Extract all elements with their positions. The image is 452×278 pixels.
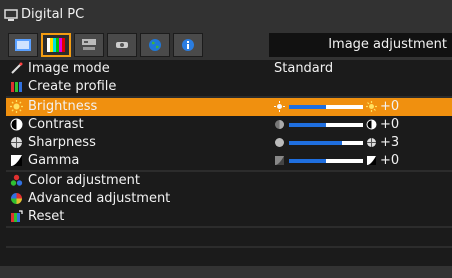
menu-item-label: Advanced adjustment bbox=[28, 191, 171, 206]
sharpness-slider[interactable] bbox=[289, 141, 363, 145]
menu-item-label: Color adjustment bbox=[28, 173, 141, 188]
projector-icon bbox=[82, 39, 96, 50]
sharpness-sharp-icon bbox=[367, 138, 376, 147]
info-icon bbox=[182, 39, 194, 51]
empty-row bbox=[6, 248, 452, 266]
contrast-slider-fill bbox=[289, 123, 326, 127]
gamma-icon bbox=[11, 155, 22, 166]
tab-info[interactable] bbox=[173, 33, 203, 57]
input-source-label: Digital PC bbox=[21, 7, 85, 22]
tab-display[interactable] bbox=[8, 33, 38, 57]
menu-item-label: Contrast bbox=[28, 117, 84, 132]
sun-bright-icon bbox=[366, 101, 377, 112]
input-source-icon bbox=[4, 8, 18, 21]
menu-item-create-profile[interactable]: Create profile bbox=[6, 78, 452, 96]
gamma-slider[interactable] bbox=[289, 159, 363, 163]
contrast-slider[interactable] bbox=[289, 123, 363, 127]
contrast-low-icon bbox=[275, 120, 284, 129]
menu-item-image-mode[interactable]: Image mode Standard bbox=[6, 60, 452, 78]
menu-item-sharpness[interactable]: Sharpness +3 bbox=[6, 134, 452, 152]
sharpness-icon bbox=[11, 137, 22, 148]
sharpness-value: +3 bbox=[380, 135, 400, 150]
sun-icon bbox=[10, 100, 23, 113]
osd-menu: Digital PC Image adjustment Image mode S… bbox=[0, 0, 452, 278]
empty-row bbox=[6, 228, 452, 246]
sun-dim-icon bbox=[274, 101, 285, 112]
gamma-low-icon bbox=[275, 156, 284, 165]
menu-item-label: Image mode bbox=[28, 61, 110, 76]
remote-icon bbox=[116, 42, 128, 48]
image-mode-value: Standard bbox=[274, 61, 334, 76]
tab-image-adjustment[interactable] bbox=[41, 33, 71, 57]
input-source: Digital PC bbox=[4, 7, 84, 22]
menu-item-contrast[interactable]: Contrast +0 bbox=[6, 116, 452, 134]
bottom-bar bbox=[0, 266, 452, 278]
contrast-high-icon bbox=[366, 119, 377, 130]
menu-header: Digital PC Image adjustment bbox=[0, 0, 452, 60]
sharpness-soft-icon bbox=[275, 138, 284, 147]
reset-icon bbox=[11, 210, 23, 222]
menu-item-reset[interactable]: Reset bbox=[6, 208, 452, 226]
menu-item-color-adjustment[interactable]: Color adjustment bbox=[6, 172, 452, 190]
menu-item-gamma[interactable]: Gamma +0 bbox=[6, 152, 452, 170]
wand-icon bbox=[11, 62, 23, 74]
brightness-slider[interactable] bbox=[289, 105, 363, 109]
menu-item-label: Create profile bbox=[28, 79, 117, 94]
tab-remote[interactable] bbox=[107, 33, 137, 57]
monitor-icon bbox=[15, 39, 31, 51]
menu-tabs: Image adjustment bbox=[8, 33, 452, 59]
sharpness-slider-fill bbox=[289, 141, 343, 145]
menu-item-brightness[interactable]: Brightness +0 bbox=[6, 98, 452, 116]
brightness-slider-fill bbox=[289, 105, 326, 109]
profile-icon bbox=[11, 82, 22, 92]
brightness-value: +0 bbox=[380, 99, 400, 114]
menu-item-advanced-adjustment[interactable]: Advanced adjustment bbox=[6, 190, 452, 208]
menu-item-label: Sharpness bbox=[28, 135, 96, 150]
tab-network[interactable] bbox=[140, 33, 170, 57]
color-dots-icon bbox=[10, 174, 23, 186]
gamma-slider-fill bbox=[289, 159, 326, 163]
menu-item-label: Brightness bbox=[28, 99, 98, 114]
tab-title: Image adjustment bbox=[269, 33, 452, 57]
color-wheel-icon bbox=[11, 193, 22, 204]
color-bars-icon bbox=[47, 38, 65, 52]
gamma-value: +0 bbox=[380, 153, 400, 168]
globe-icon bbox=[149, 39, 161, 51]
contrast-value: +0 bbox=[380, 117, 400, 132]
tab-setup[interactable] bbox=[74, 33, 104, 57]
image-adjustment-menu: Image mode Standard Create profile Brigh… bbox=[6, 60, 452, 268]
gamma-high-icon bbox=[367, 156, 376, 165]
contrast-icon bbox=[10, 118, 23, 131]
menu-item-label: Reset bbox=[28, 209, 65, 224]
menu-item-label: Gamma bbox=[28, 153, 80, 168]
